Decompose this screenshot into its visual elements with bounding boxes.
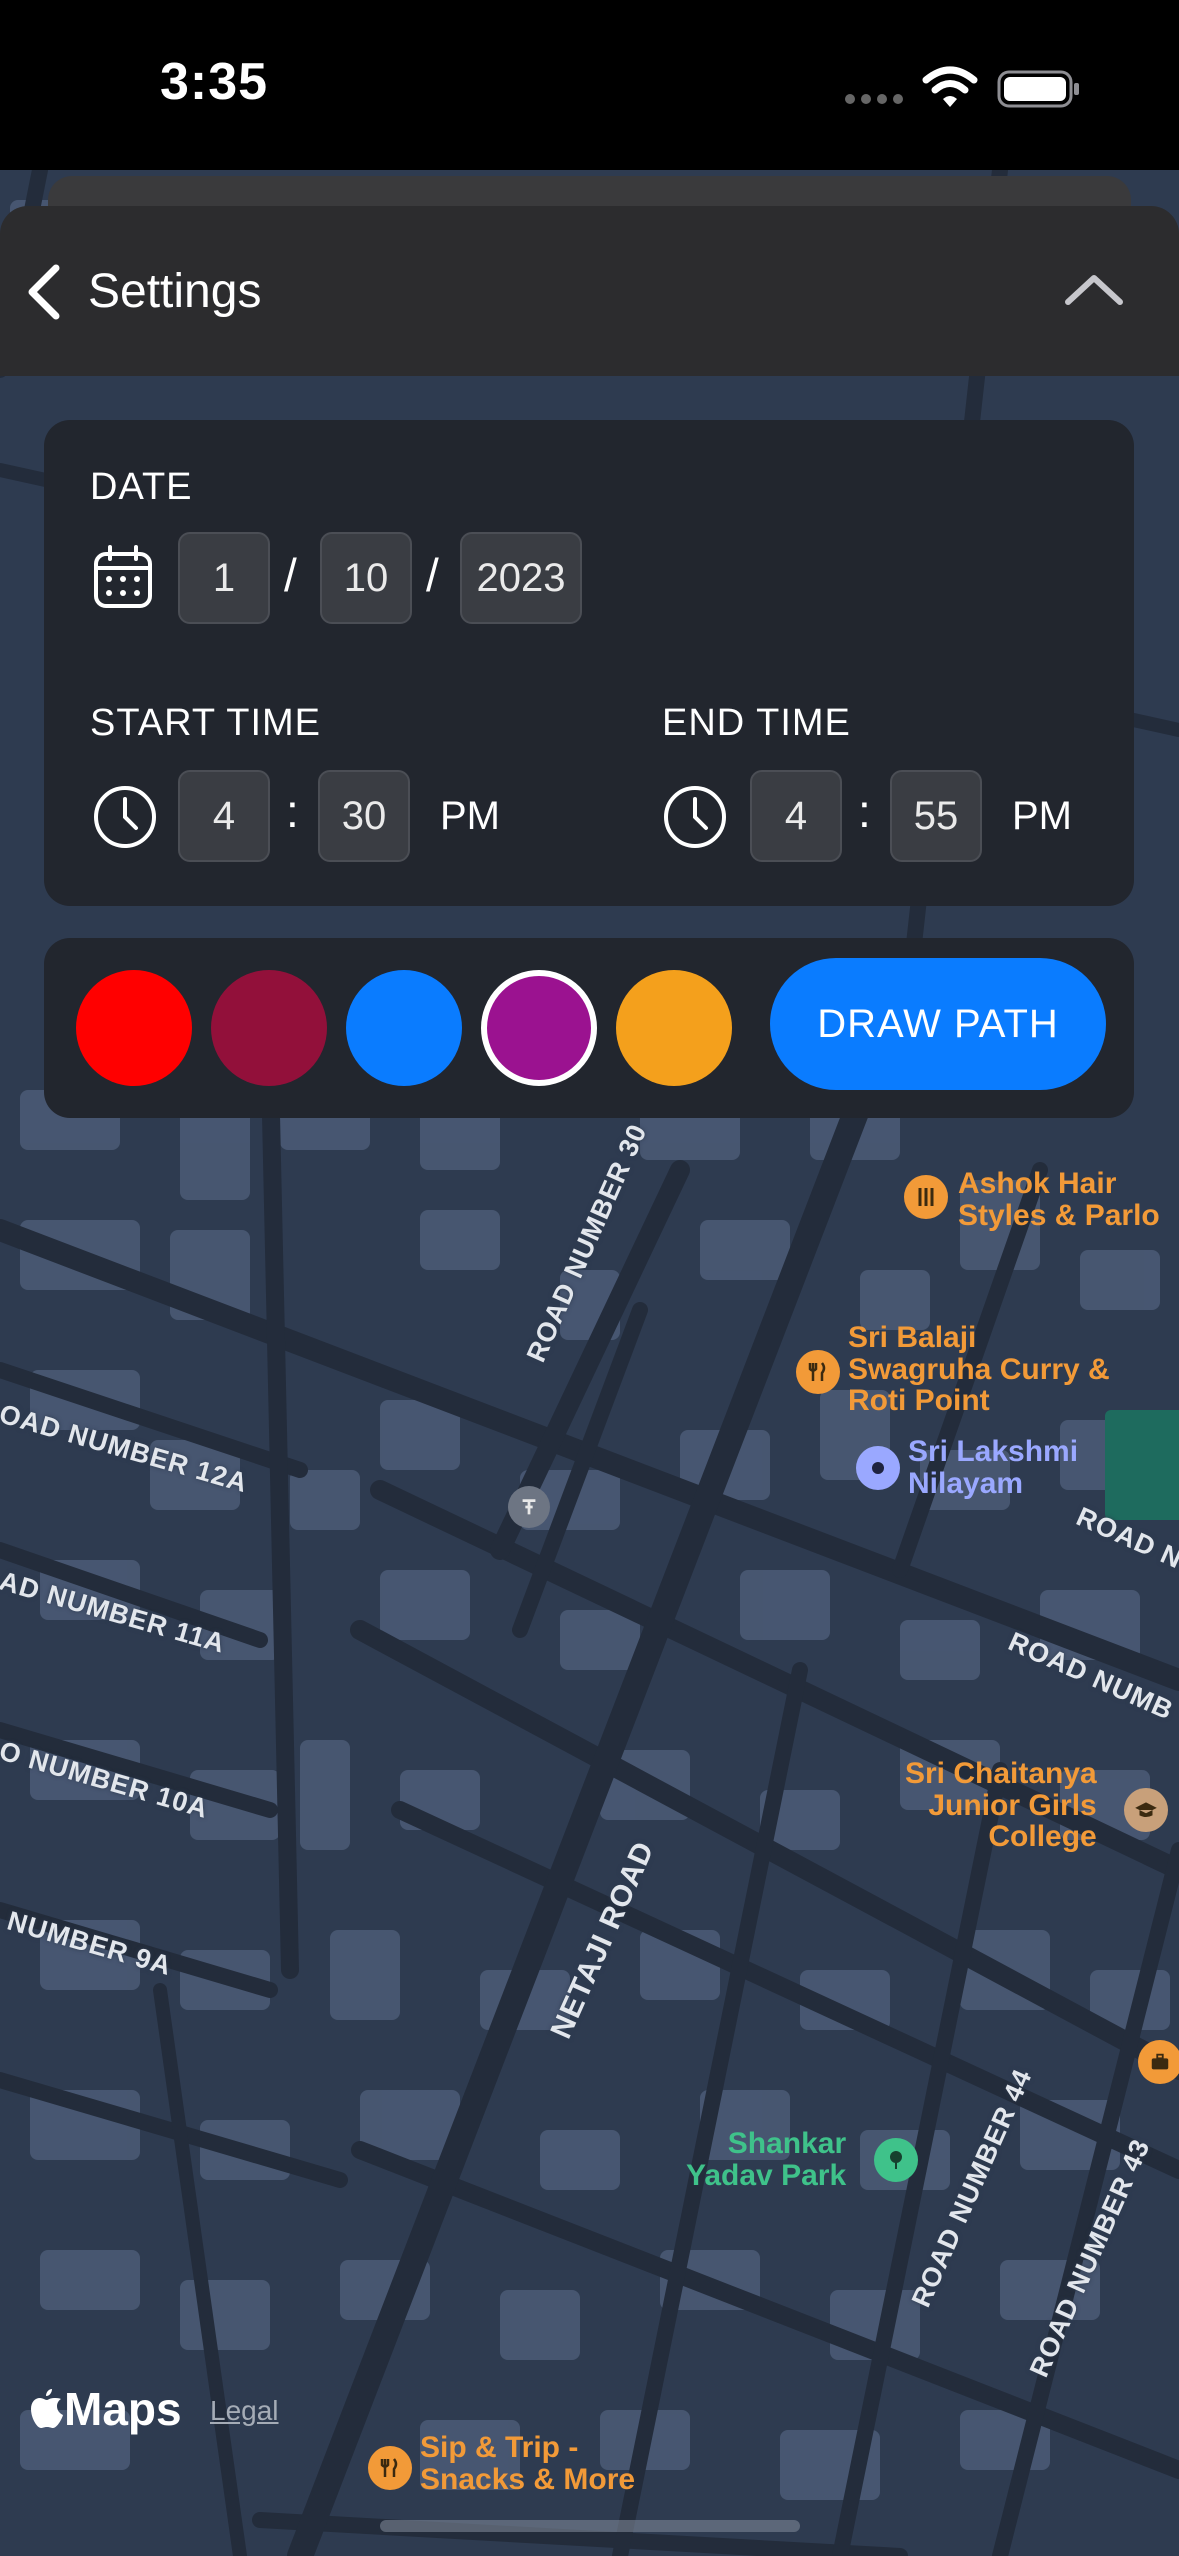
start-minute-input[interactable]: 30	[318, 770, 410, 862]
end-time-colon: :	[858, 785, 871, 837]
date-day-input[interactable]: 10	[320, 532, 412, 624]
draw-path-button[interactable]: DRAW PATH	[770, 958, 1106, 1090]
end-time-label: END TIME	[662, 702, 851, 744]
date-separator-2: /	[426, 549, 439, 601]
start-period-toggle[interactable]: PM	[440, 794, 500, 839]
end-clock-icon[interactable]	[662, 784, 728, 850]
wifi-icon	[922, 66, 978, 107]
end-minute-input[interactable]: 55	[890, 770, 982, 862]
poi-chaitanya[interactable]: Sri Chaitanya Junior Girls College	[905, 1758, 1097, 1853]
color-swatch-red[interactable]	[76, 970, 192, 1086]
end-hour-input[interactable]: 4	[750, 770, 842, 862]
page-title[interactable]: Settings	[88, 264, 261, 319]
poi-sip[interactable]: Sip & Trip - Snacks & More	[420, 2432, 635, 2495]
color-swatch-blue[interactable]	[346, 970, 462, 1086]
school-pin-icon[interactable]	[1124, 1788, 1168, 1832]
date-month-input[interactable]: 1	[178, 532, 270, 624]
color-swatch-orange[interactable]	[616, 970, 732, 1086]
color-panel: DRAW PATH	[44, 938, 1134, 1118]
business-pin-icon[interactable]	[1138, 2040, 1179, 2084]
end-period-toggle[interactable]: PM	[1012, 794, 1072, 839]
date-label: DATE	[90, 466, 193, 508]
color-swatch-crimson[interactable]	[211, 970, 327, 1086]
residence-pin-icon[interactable]	[856, 1446, 900, 1490]
poi-lakshmi[interactable]: Sri Lakshmi Nilayam	[908, 1436, 1078, 1499]
start-hour-input[interactable]: 4	[178, 770, 270, 862]
transit-pin-icon[interactable]	[508, 1486, 550, 1528]
home-indicator[interactable]	[380, 2520, 800, 2532]
battery-icon	[997, 70, 1079, 108]
date-separator-1: /	[284, 549, 297, 601]
settings-header: Settings	[0, 206, 1179, 376]
poi-shankar[interactable]: Shankar Yadav Park	[686, 2128, 846, 2191]
poi-ashok[interactable]: Ashok Hair Styles & Parlo	[958, 1168, 1160, 1231]
status-bar: 3:35	[0, 0, 1179, 170]
collapse-chevron-icon[interactable]	[1062, 272, 1126, 308]
poi-balaji[interactable]: Sri Balaji Swagruha Curry & Roti Point	[848, 1322, 1110, 1417]
restaurant-pin-icon[interactable]	[796, 1350, 840, 1394]
date-year-input[interactable]: 2023	[460, 532, 582, 624]
apple-logo-icon	[31, 2389, 63, 2428]
status-time: 3:35	[160, 53, 269, 111]
start-time-colon: :	[286, 785, 299, 837]
apple-maps-logo: Maps	[30, 2382, 182, 2436]
calendar-icon[interactable]	[92, 544, 154, 610]
back-chevron-icon[interactable]	[24, 262, 64, 322]
start-time-label: START TIME	[90, 702, 322, 744]
restaurant-pin-icon-2[interactable]	[368, 2446, 412, 2490]
park-pin-icon[interactable]	[874, 2138, 918, 2182]
cellular-signal-icon	[845, 94, 905, 104]
maps-wordmark: Maps	[64, 2383, 182, 2435]
color-swatch-purple[interactable]	[481, 970, 597, 1086]
settings-panel: DATE 1 / 10 / 2023 START TIME 4 : 30 PM …	[44, 420, 1134, 906]
legal-link[interactable]: Legal	[210, 2395, 279, 2427]
salon-pin-icon[interactable]	[904, 1175, 948, 1219]
start-clock-icon[interactable]	[92, 784, 158, 850]
